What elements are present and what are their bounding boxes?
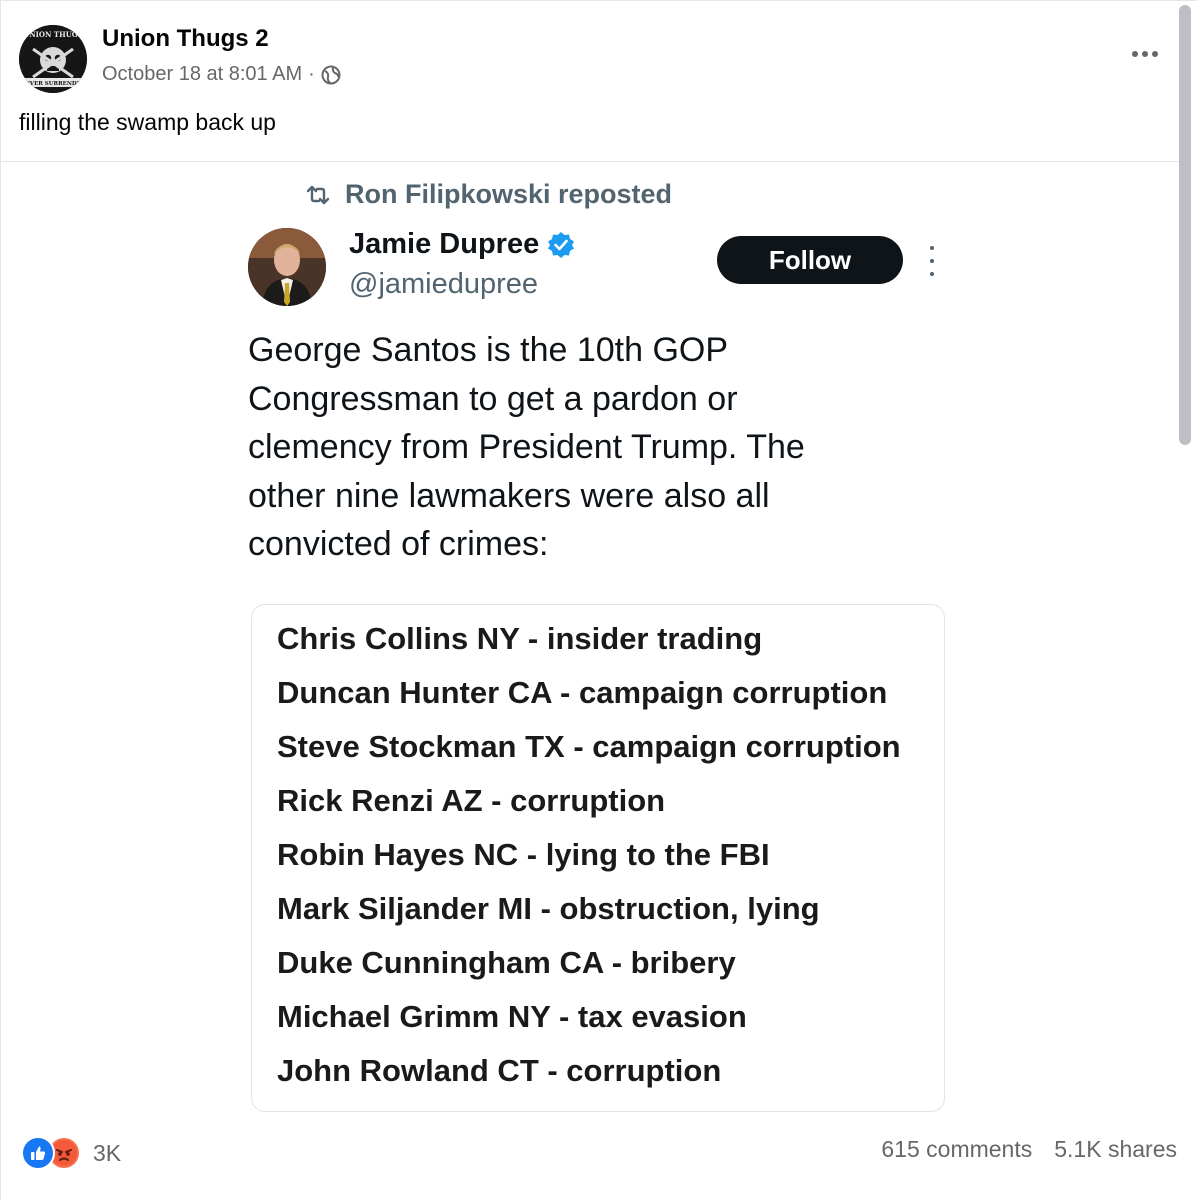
follow-button[interactable]: Follow bbox=[717, 236, 903, 284]
post-meta: October 18 at 8:01 AM · bbox=[102, 63, 341, 86]
more-options-icon[interactable] bbox=[1125, 41, 1165, 67]
tweet-text: George Santos is the 10th GOP Congressma… bbox=[248, 331, 805, 563]
globe-icon bbox=[321, 65, 341, 84]
post-date[interactable]: October 18 at 8:01 AM bbox=[102, 63, 302, 86]
author-photo bbox=[248, 228, 326, 306]
facebook-post: UNION THUGS NEVER SURRENDER Union Thugs … bbox=[0, 0, 1197, 1200]
page-name[interactable]: Union Thugs 2 bbox=[102, 25, 269, 53]
tweet-more-icon[interactable] bbox=[925, 246, 939, 276]
page-avatar[interactable]: UNION THUGS NEVER SURRENDER bbox=[19, 25, 87, 93]
verified-badge-icon bbox=[548, 231, 575, 258]
repost-icon bbox=[306, 185, 330, 204]
author-handle[interactable]: @jamiedupree bbox=[349, 268, 538, 301]
reaction-count[interactable]: 3K bbox=[93, 1140, 121, 1167]
embedded-tweet-image[interactable]: Ron Filipkowski reposted Jamie Dupree @j… bbox=[1, 162, 1179, 1122]
reposted-by-label: Ron Filipkowski reposted bbox=[345, 179, 673, 209]
scrollbar[interactable] bbox=[1179, 5, 1191, 445]
author-name-row: Jamie Dupree bbox=[349, 228, 575, 261]
like-reaction-icon bbox=[21, 1136, 55, 1170]
reaction-summary[interactable]: 3K bbox=[21, 1136, 121, 1170]
engagement-stats: 615 comments 5.1K shares bbox=[881, 1136, 1177, 1163]
list-item: Steve Stockman TX - campaign corruption bbox=[277, 729, 901, 764]
author-avatar[interactable] bbox=[248, 228, 326, 306]
repost-indicator: Ron Filipkowski reposted bbox=[305, 179, 672, 210]
post-caption: filling the swamp back up bbox=[19, 109, 276, 135]
union-thugs-logo: UNION THUGS NEVER SURRENDER bbox=[19, 25, 87, 93]
logo-text-bottom: NEVER SURRENDER bbox=[21, 81, 86, 87]
list-item: Duncan Hunter CA - campaign corruption bbox=[277, 675, 888, 710]
lawmakers-list-image: Chris Collins NY - insider trading Dunca… bbox=[251, 604, 945, 1112]
list-item: Chris Collins NY - insider trading bbox=[277, 621, 763, 656]
comments-count[interactable]: 615 comments bbox=[881, 1136, 1032, 1163]
list-item: John Rowland CT - corruption bbox=[277, 1053, 722, 1088]
shares-count[interactable]: 5.1K shares bbox=[1054, 1136, 1177, 1163]
author-name[interactable]: Jamie Dupree bbox=[349, 228, 539, 261]
post-footer: 3K 615 comments 5.1K shares bbox=[1, 1122, 1181, 1201]
list-item: Duke Cunningham CA - bribery bbox=[277, 945, 736, 980]
list-item: Robin Hayes NC - lying to the FBI bbox=[277, 837, 770, 872]
list-item: Rick Renzi AZ - corruption bbox=[277, 783, 666, 818]
meta-separator: · bbox=[308, 63, 315, 85]
logo-text-top: UNION THUGS bbox=[23, 30, 83, 39]
list-item: Michael Grimm NY - tax evasion bbox=[277, 999, 747, 1034]
list-item: Mark Siljander MI - obstruction, lying bbox=[277, 891, 820, 926]
